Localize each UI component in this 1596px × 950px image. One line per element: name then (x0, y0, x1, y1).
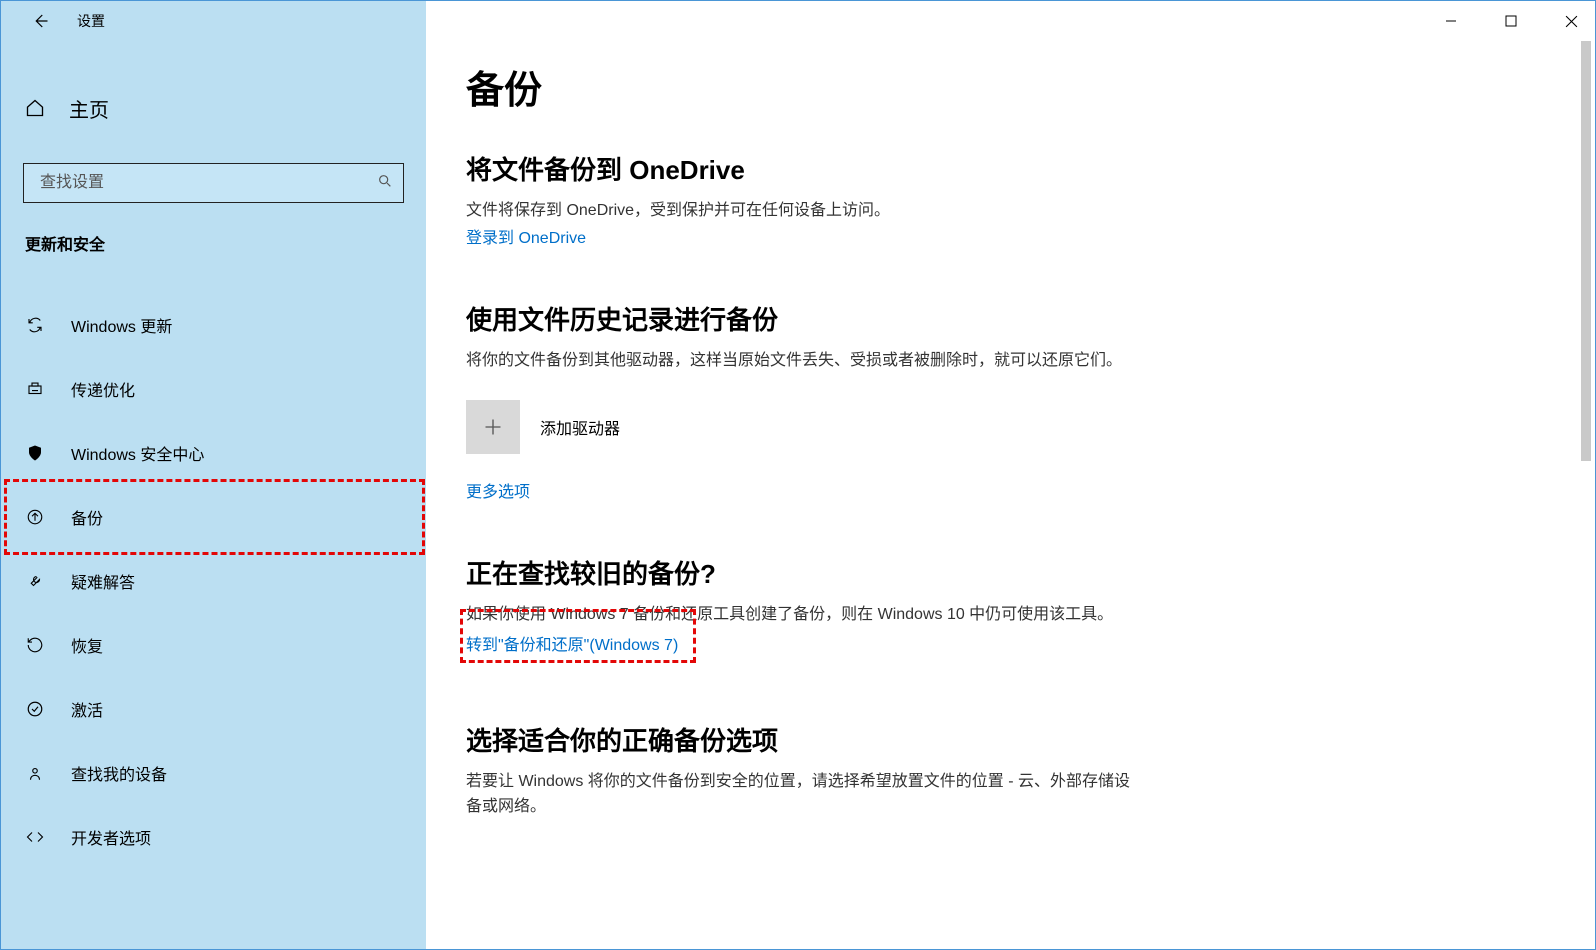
section-old-backup: 正在查找较旧的备份? 如果你使用 Windows 7 备份和还原工具创建了备份，… (466, 554, 1146, 656)
sidebar-home[interactable]: 主页 (1, 79, 426, 137)
main-panel: 备份 将文件备份到 OneDrive 文件将保存到 OneDrive，受到保护并… (426, 1, 1595, 949)
sidebar-nav: Windows 更新 传递优化 Windows 安全中心 备份 (1, 293, 426, 869)
sidebar-item-label: 恢复 (71, 633, 103, 657)
sidebar-item-label: Windows 安全中心 (71, 441, 204, 465)
section-text: 若要让 Windows 将你的文件备份到安全的位置，请选择希望放置文件的位置 -… (466, 770, 1146, 820)
find-device-icon (25, 763, 45, 783)
section-text: 文件将保存到 OneDrive，受到保护并可在任何设备上访问。 (466, 199, 1146, 224)
sidebar-item-troubleshoot[interactable]: 疑难解答 (1, 549, 426, 613)
sidebar-item-windows-update[interactable]: Windows 更新 (1, 293, 426, 357)
section-onedrive: 将文件备份到 OneDrive 文件将保存到 OneDrive，受到保护并可在任… (466, 150, 1146, 248)
more-options-link[interactable]: 更多选项 (466, 478, 1146, 502)
scrollbar-thumb[interactable] (1581, 41, 1591, 461)
highlight-box-nav (4, 479, 425, 555)
scrollbar[interactable] (1579, 41, 1593, 947)
search-box[interactable] (23, 163, 404, 203)
sidebar-item-label: 开发者选项 (71, 825, 151, 849)
section-heading: 选择适合你的正确备份选项 (466, 721, 1146, 758)
add-drive-row: 添加驱动器 (466, 400, 1146, 454)
sidebar-home-label: 主页 (69, 94, 109, 123)
add-drive-button[interactable] (466, 400, 520, 454)
sidebar-item-label: 激活 (71, 697, 103, 721)
backup-restore-win7-link[interactable]: 转到"备份和还原"(Windows 7) (466, 637, 678, 654)
sidebar-item-label: 备份 (71, 505, 103, 529)
sidebar-item-label: 传递优化 (71, 377, 135, 401)
sidebar-item-security[interactable]: Windows 安全中心 (1, 421, 426, 485)
topbar: 设置 (1, 1, 426, 41)
sidebar-item-label: Windows 更新 (71, 313, 172, 337)
onedrive-signin-link[interactable]: 登录到 OneDrive (466, 230, 586, 247)
back-button[interactable] (21, 2, 59, 40)
sidebar-category: 更新和安全 (1, 203, 426, 269)
settings-window: 设置 主页 更新和安全 Windows 更新 (0, 0, 1596, 950)
win7-link-wrap: 转到"备份和还原"(Windows 7) (466, 631, 678, 655)
window-controls (1435, 9, 1587, 33)
section-choose-option: 选择适合你的正确备份选项 若要让 Windows 将你的文件备份到安全的位置，请… (466, 721, 1146, 820)
shield-icon (25, 443, 45, 463)
sidebar-item-activation[interactable]: 激活 (1, 677, 426, 741)
add-drive-label: 添加驱动器 (540, 415, 620, 439)
dev-icon (25, 827, 45, 847)
delivery-icon (25, 379, 45, 399)
app-title: 设置 (77, 11, 105, 31)
section-heading: 将文件备份到 OneDrive (466, 150, 1146, 187)
content: 备份 将文件备份到 OneDrive 文件将保存到 OneDrive，受到保护并… (426, 1, 1186, 949)
check-icon (25, 699, 45, 719)
section-text: 如果你使用 Windows 7 备份和还原工具创建了备份，则在 Windows … (466, 603, 1146, 628)
sidebar-item-label: 查找我的设备 (71, 761, 167, 785)
refresh-icon (25, 315, 45, 335)
sidebar-item-label: 疑难解答 (71, 569, 135, 593)
section-heading: 使用文件历史记录进行备份 (466, 300, 1146, 337)
backup-icon (25, 507, 45, 527)
close-button[interactable] (1555, 9, 1587, 33)
section-text: 将你的文件备份到其他驱动器，这样当原始文件丢失、受损或者被删除时，就可以还原它们… (466, 349, 1146, 374)
page-title: 备份 (466, 59, 1146, 114)
plus-icon (483, 417, 503, 437)
arrow-left-icon (31, 12, 49, 30)
section-file-history: 使用文件历史记录进行备份 将你的文件备份到其他驱动器，这样当原始文件丢失、受损或… (466, 300, 1146, 502)
sidebar: 设置 主页 更新和安全 Windows 更新 (1, 1, 426, 949)
maximize-button[interactable] (1495, 9, 1527, 33)
minimize-button[interactable] (1435, 9, 1467, 33)
sidebar-item-backup[interactable]: 备份 (1, 485, 426, 549)
sidebar-item-recovery[interactable]: 恢复 (1, 613, 426, 677)
sidebar-item-delivery[interactable]: 传递优化 (1, 357, 426, 421)
section-heading: 正在查找较旧的备份? (466, 554, 1146, 591)
search-input[interactable] (38, 173, 377, 193)
sidebar-item-find-device[interactable]: 查找我的设备 (1, 741, 426, 805)
search-icon (377, 173, 393, 194)
home-icon (25, 98, 45, 118)
recovery-icon (25, 635, 45, 655)
sidebar-item-developer[interactable]: 开发者选项 (1, 805, 426, 869)
wrench-icon (25, 571, 45, 591)
